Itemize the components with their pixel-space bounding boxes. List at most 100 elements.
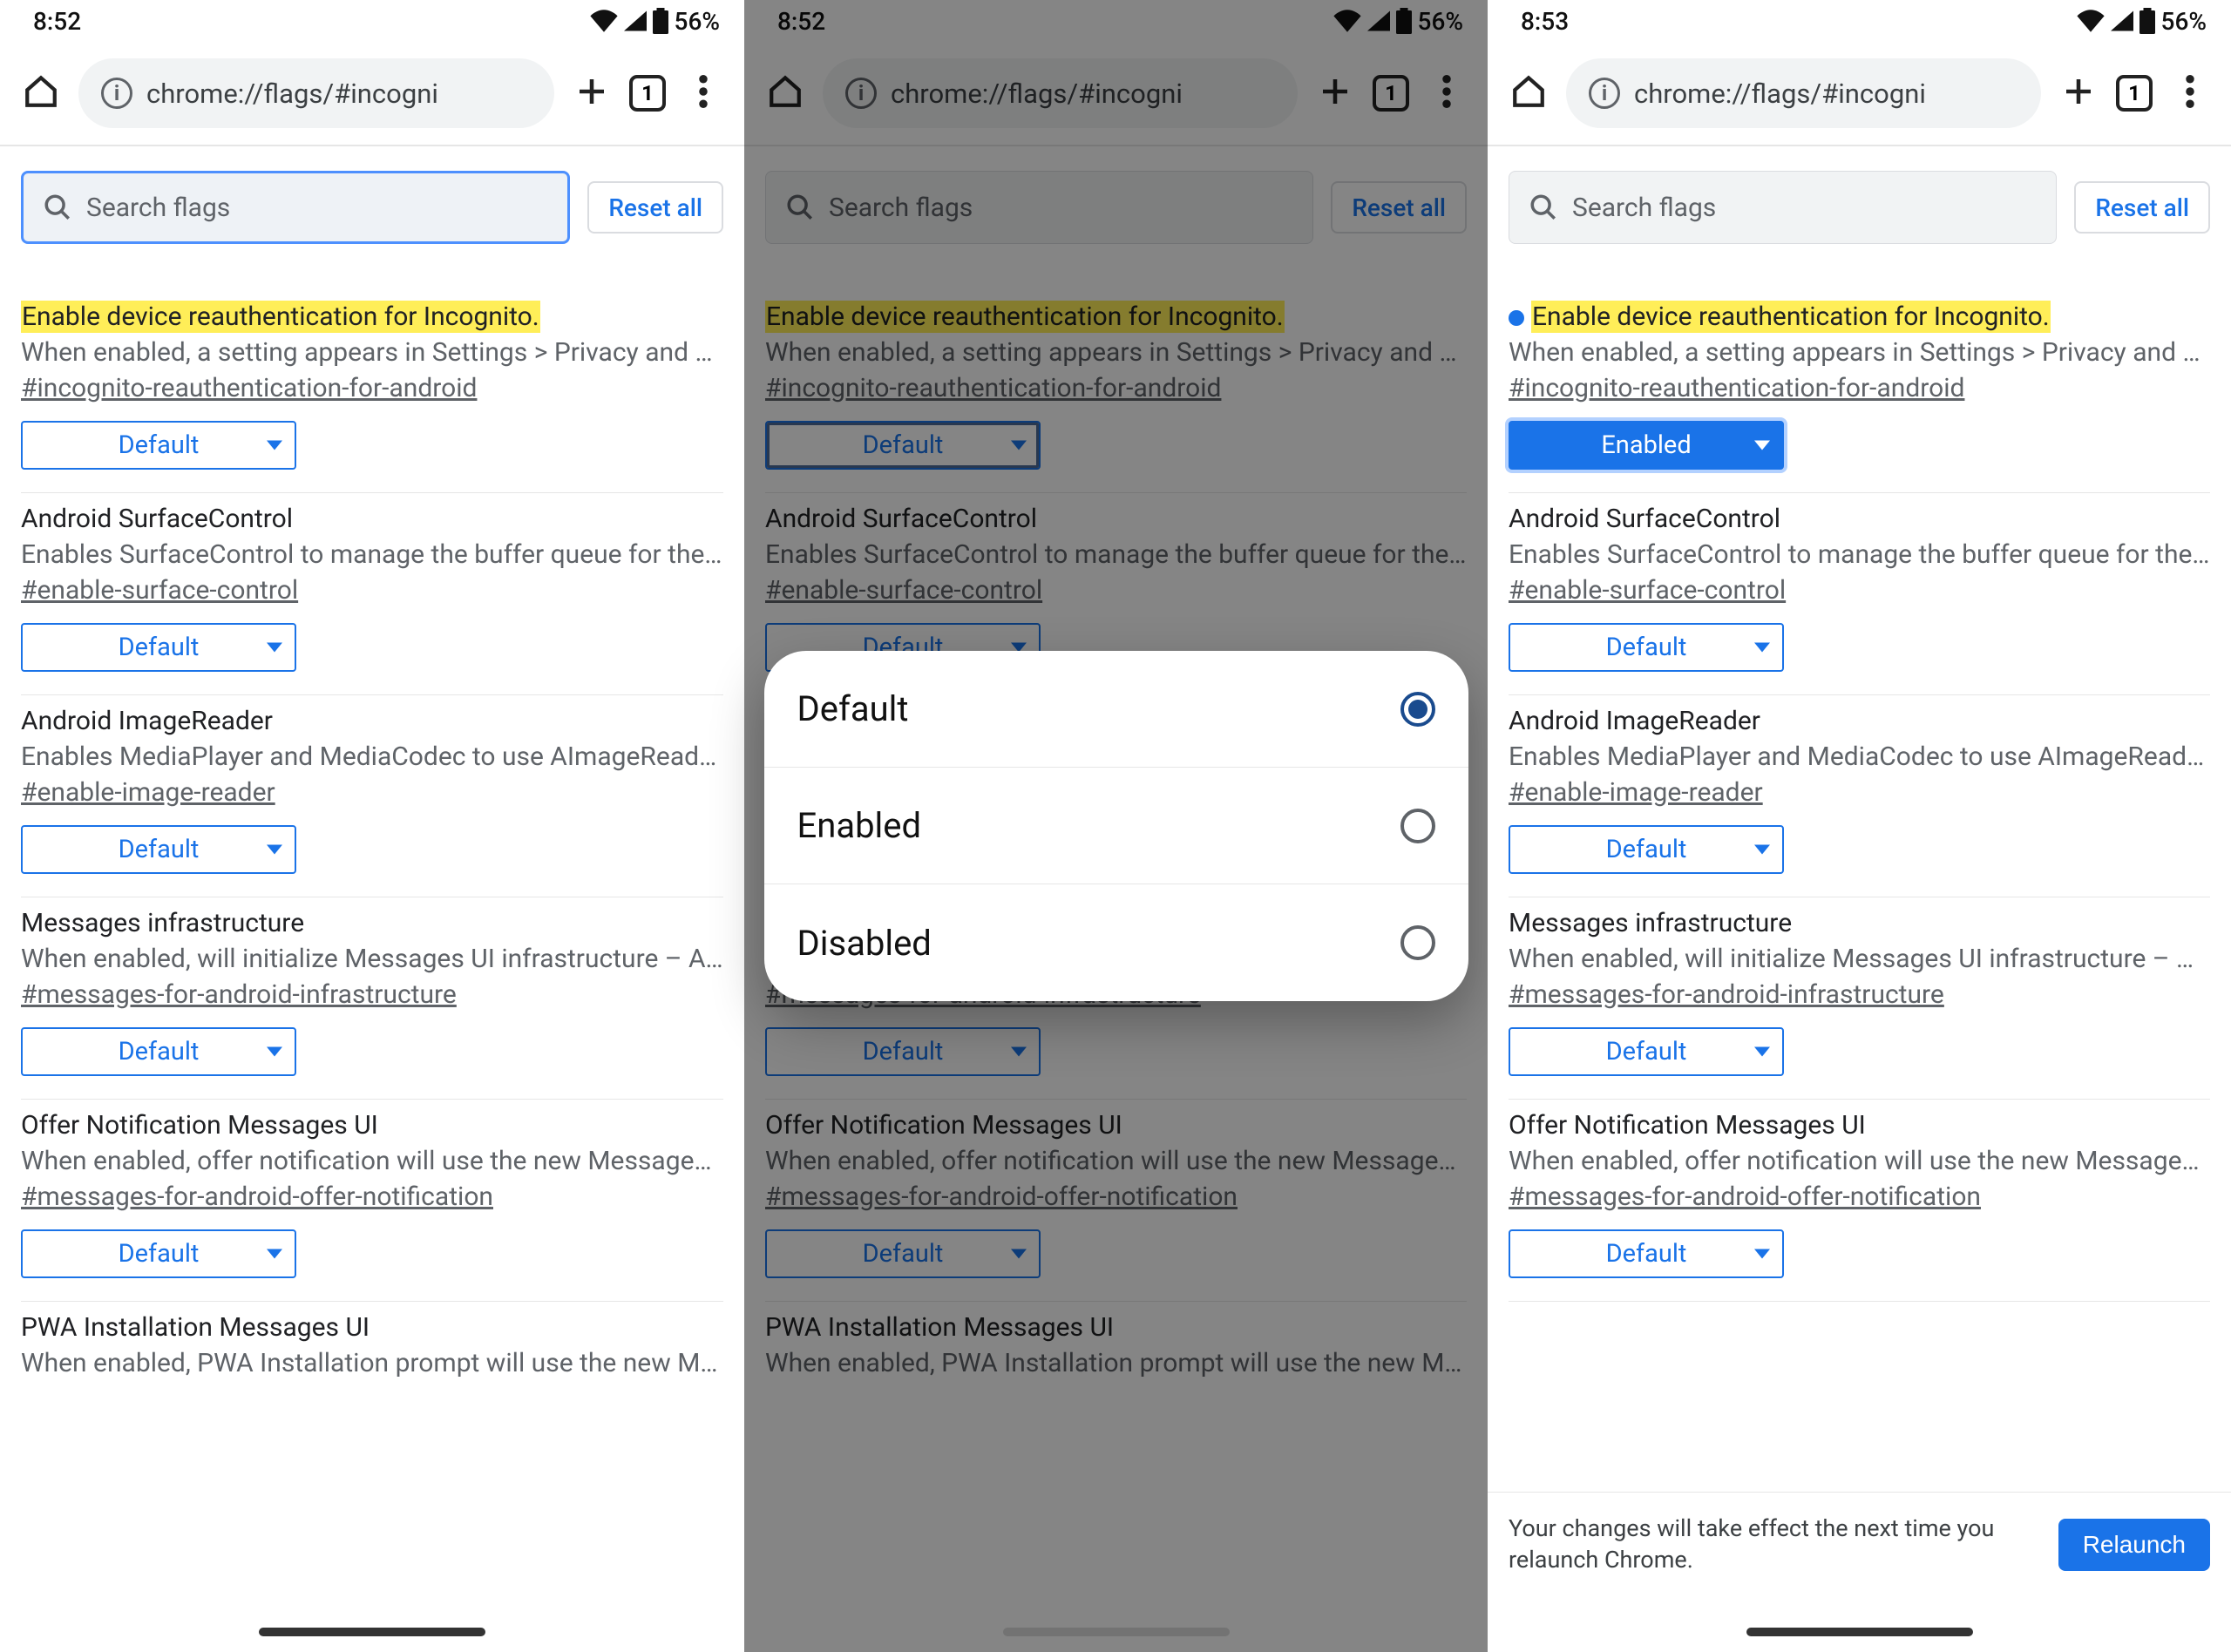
phone-2: 8:52 56% i chrome://flags/#incogni 1 Sea… [744,0,1488,1652]
flag-anchor[interactable]: #messages-for-android-offer-notification [1509,1181,1981,1212]
flag-item: Android SurfaceControl Enables SurfaceCo… [1509,493,2210,695]
flag-anchor[interactable]: #messages-for-android-infrastructure [1509,979,1944,1010]
modal-option-enabled[interactable]: Enabled [764,768,1468,884]
new-tab-icon[interactable] [572,73,612,113]
flag-title: Enable device reauthentication for Incog… [21,301,723,332]
flag-dropdown[interactable]: Default [1509,825,1784,874]
flag-dropdown[interactable]: Default [21,623,296,672]
flag-desc: When enabled, will initialize Messages U… [21,944,723,974]
search-icon [43,193,72,222]
flag-anchor[interactable]: #messages-for-android-offer-notification [21,1181,493,1212]
flag-desc: Enables SurfaceControl to manage the buf… [1509,539,2210,570]
option-label: Default [797,688,909,729]
flag-item: Offer Notification Messages UI When enab… [21,1100,723,1302]
flag-dropdown[interactable]: Default [21,421,296,470]
reset-all-button[interactable]: Reset all [587,181,723,234]
flag-title: Android ImageReader [1509,706,2210,736]
flag-anchor[interactable]: #enable-surface-control [1509,575,1786,606]
flag-item: Messages infrastructure When enabled, wi… [21,897,723,1100]
status-icons: 56% [589,7,720,36]
chevron-down-icon [1754,643,1770,653]
site-info-icon[interactable]: i [1589,78,1620,109]
home-icon[interactable] [21,73,61,113]
status-icons: 56% [2076,7,2207,36]
nav-pill[interactable] [259,1628,485,1636]
radio-unchecked-icon [1400,809,1435,843]
flag-desc: When enabled, will initialize Messages U… [1509,944,2210,974]
flag-desc: When enabled, a setting appears in Setti… [21,337,723,368]
overflow-menu-icon[interactable] [2170,75,2210,112]
overflow-menu-icon[interactable] [683,75,723,112]
search-input[interactable]: Search flags [1509,171,2057,244]
omnibox-row: i chrome://flags/#incogni 1 [1488,42,2231,145]
option-label: Disabled [797,923,932,964]
radio-unchecked-icon [1400,925,1435,960]
flag-title: Messages infrastructure [1509,908,2210,938]
phone-1: 8:52 56% i chrome://flags/#incogni 1 Sea… [0,0,744,1652]
chevron-down-icon [1754,1047,1770,1057]
battery-icon [2139,8,2156,34]
flag-desc: When enabled, offer notification will us… [21,1146,723,1176]
tab-switcher[interactable]: 1 [2116,75,2153,112]
flag-dropdown[interactable]: Default [21,825,296,874]
url-text: chrome://flags/#incogni [146,78,438,110]
search-placeholder: Search flags [1572,193,1716,223]
search-row: Search flags Reset all [1488,146,2231,268]
chevron-down-icon [267,643,282,653]
dropdown-modal: Default Enabled Disabled [764,651,1468,1001]
chevron-down-icon [267,441,282,450]
flag-anchor[interactable]: #enable-image-reader [21,777,275,808]
flag-title: Android SurfaceControl [21,504,723,534]
new-tab-icon[interactable] [2058,73,2099,113]
flag-desc: When enabled, a setting appears in Setti… [1509,337,2210,368]
search-row: Search flags Reset all [0,146,744,268]
flag-title: Enable device reauthentication for Incog… [1509,301,2210,332]
flag-anchor[interactable]: #messages-for-android-infrastructure [21,979,457,1010]
flag-item: Enable device reauthentication for Incog… [1509,288,2210,493]
clock: 8:53 [1521,7,1569,36]
flag-title: Offer Notification Messages UI [1509,1110,2210,1141]
search-input[interactable]: Search flags [21,171,570,244]
modified-dot-icon [1509,310,1524,326]
tab-switcher[interactable]: 1 [629,75,666,112]
home-icon[interactable] [1509,73,1549,113]
status-bar: 8:53 56% [1488,0,2231,42]
url-bar[interactable]: i chrome://flags/#incogni [78,58,554,128]
flag-anchor[interactable]: #enable-image-reader [1509,777,1763,808]
chevron-down-icon [267,1249,282,1259]
flag-dropdown[interactable]: Enabled [1509,421,1784,470]
flags-list: Enable device reauthentication for Incog… [1488,268,2231,1302]
flag-item: PWA Installation Messages UI When enable… [21,1302,723,1406]
flag-desc: Enables SurfaceControl to manage the buf… [21,539,723,570]
flag-item: Messages infrastructure When enabled, wi… [1509,897,2210,1100]
flag-item: Enable device reauthentication for Incog… [21,288,723,493]
reset-all-button[interactable]: Reset all [2074,181,2210,234]
radio-checked-icon [1400,692,1435,727]
relaunch-button[interactable]: Relaunch [2058,1519,2210,1571]
site-info-icon[interactable]: i [101,78,132,109]
modal-option-default[interactable]: Default [764,651,1468,768]
wifi-icon [2076,10,2106,32]
flag-dropdown[interactable]: Default [21,1027,296,1076]
flag-desc: When enabled, offer notification will us… [1509,1146,2210,1176]
url-text: chrome://flags/#incogni [1634,78,1926,110]
signal-icon [622,10,648,32]
chevron-down-icon [1754,845,1770,855]
flag-anchor[interactable]: #incognito-reauthentication-for-android [1509,373,1964,403]
flag-item: Android ImageReader Enables MediaPlayer … [21,695,723,897]
flag-title: Android SurfaceControl [1509,504,2210,534]
flag-dropdown[interactable]: Default [1509,1027,1784,1076]
nav-pill[interactable] [1746,1628,1973,1636]
url-bar[interactable]: i chrome://flags/#incogni [1566,58,2041,128]
relaunch-bar: Your changes will take effect the next t… [1488,1492,2231,1596]
flag-dropdown[interactable]: Default [1509,1229,1784,1278]
relaunch-message: Your changes will take effect the next t… [1509,1513,2041,1574]
flag-anchor[interactable]: #enable-surface-control [21,575,298,606]
chevron-down-icon [267,1047,282,1057]
flag-anchor[interactable]: #incognito-reauthentication-for-android [21,373,477,403]
flag-dropdown[interactable]: Default [21,1229,296,1278]
chevron-down-icon [267,845,282,855]
flag-title: Android ImageReader [21,706,723,736]
flag-dropdown[interactable]: Default [1509,623,1784,672]
modal-option-disabled[interactable]: Disabled [764,884,1468,1001]
